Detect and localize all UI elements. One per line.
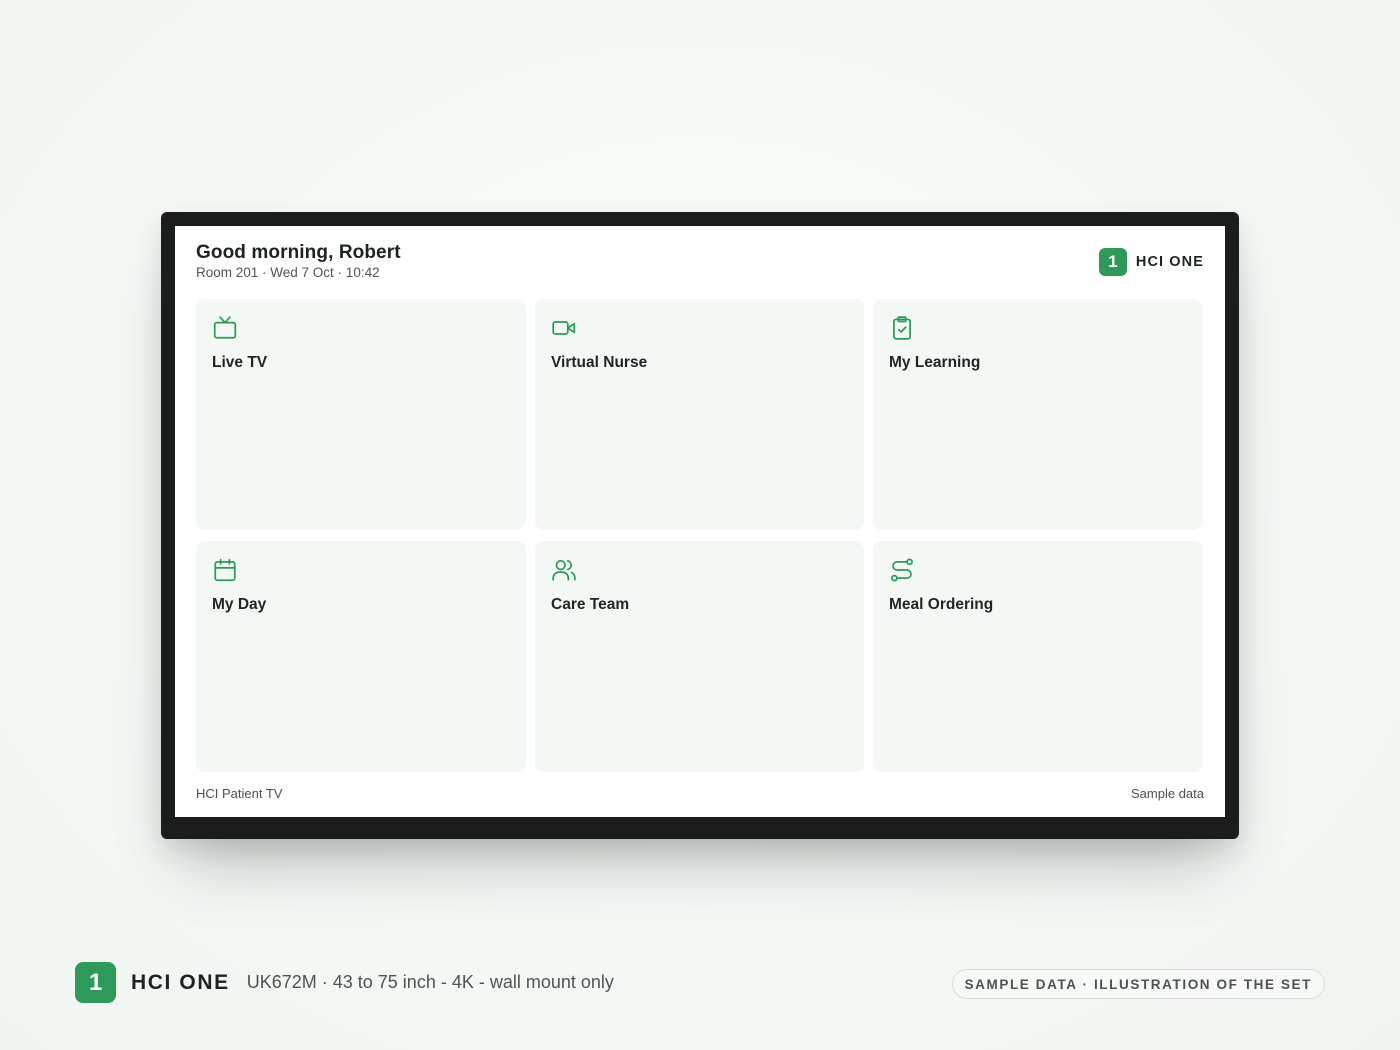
- tile-my-learning[interactable]: My Learning: [873, 299, 1203, 530]
- brand-badge: 1: [1098, 248, 1127, 276]
- tile-label: My Learning: [889, 354, 981, 371]
- tile-my-day[interactable]: My Day: [196, 541, 526, 772]
- product-caption: 1 HCI ONE UK672M · 43 to 75 inch - 4K - …: [75, 962, 614, 1003]
- clipboard-check-icon: [889, 315, 915, 341]
- greeting-title: Good morning, Robert: [196, 242, 401, 263]
- users-icon: [551, 557, 577, 583]
- sample-data-pill: SAMPLE DATA · ILLUSTRATION OF THE SET: [951, 969, 1325, 999]
- tile-label: Care Team: [551, 596, 630, 613]
- route-icon: [889, 557, 915, 583]
- tv-frame: Good morning, Robert Room 201 · Wed 7 Oc…: [161, 212, 1239, 839]
- app-tiles-grid: Live TV Virtual Nurse My Learning My Day…: [196, 299, 1204, 772]
- caption-spec: UK672M · 43 to 75 inch - 4K - wall mount…: [246, 972, 614, 992]
- tile-care-team[interactable]: Care Team: [535, 541, 864, 772]
- room-date-time: Room 201 · Wed 7 Oct · 10:42: [196, 265, 380, 280]
- tv-icon: [212, 315, 238, 341]
- tile-label: My Day: [212, 596, 267, 613]
- tile-live-tv[interactable]: Live TV: [196, 299, 526, 530]
- tile-label: Live TV: [212, 354, 268, 371]
- video-camera-icon: [551, 315, 577, 341]
- screen-footer-note: Sample data: [1131, 786, 1204, 801]
- screen-footer-product: HCI Patient TV: [196, 786, 283, 801]
- caption-brand-name: HCI ONE: [131, 970, 230, 994]
- tile-label: Virtual Nurse: [551, 354, 648, 371]
- tile-meal-ordering[interactable]: Meal Ordering: [873, 541, 1203, 772]
- tv-screen: Good morning, Robert Room 201 · Wed 7 Oc…: [175, 226, 1225, 817]
- calendar-icon: [212, 557, 238, 583]
- tile-virtual-nurse[interactable]: Virtual Nurse: [535, 299, 864, 530]
- brand-name: HCI ONE: [1135, 254, 1204, 270]
- caption-brand-badge: 1: [75, 962, 116, 1003]
- brand-logo: 1 HCI ONE: [1098, 248, 1204, 276]
- tile-label: Meal Ordering: [889, 596, 994, 613]
